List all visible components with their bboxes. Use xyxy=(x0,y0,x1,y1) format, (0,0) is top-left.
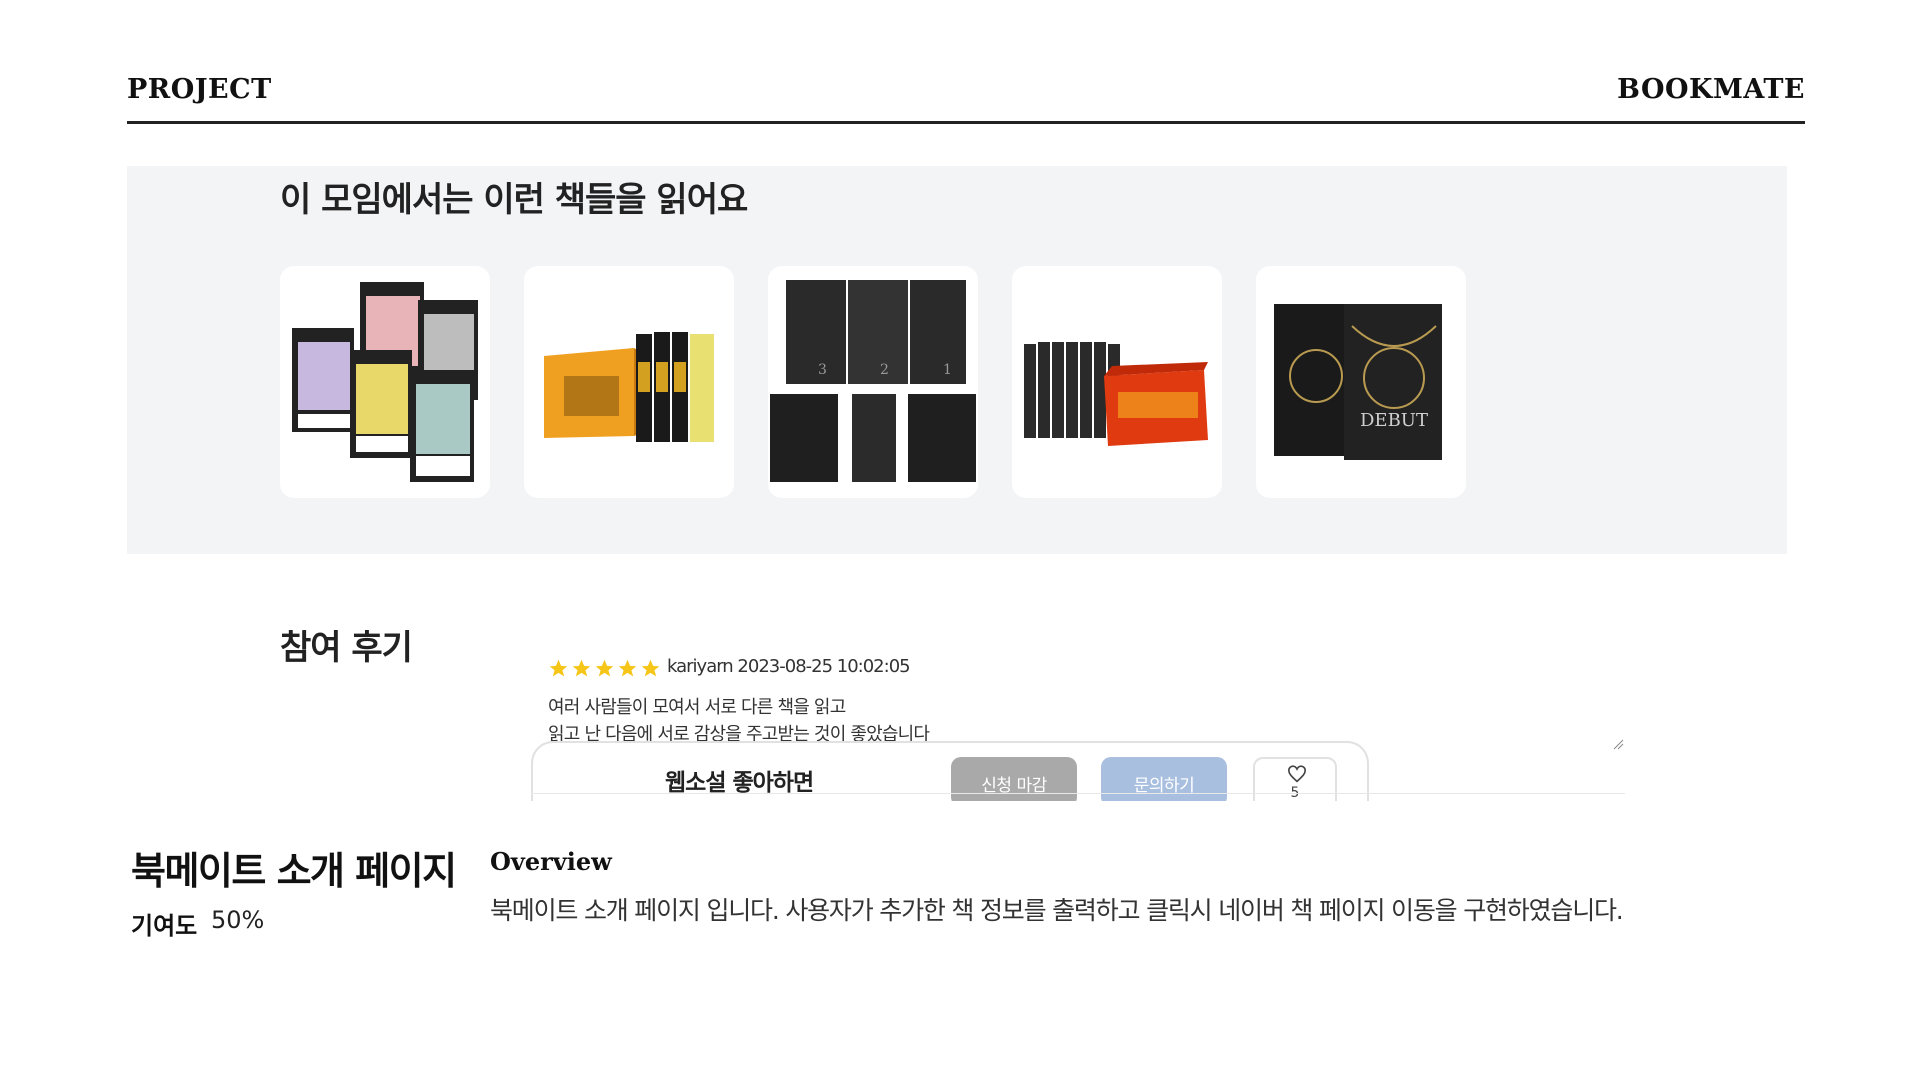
contribution-value: 50% xyxy=(211,906,265,934)
reviews-title: 참여 후기 xyxy=(280,628,413,668)
books-section-title: 이 모임에서는 이런 책들을 읽어요 xyxy=(280,180,748,220)
book-card-4[interactable] xyxy=(1012,266,1222,498)
books-panel: 이 모임에서는 이런 책들을 읽어요 3 2 1 DEBUT xyxy=(127,166,1787,554)
book-cover-image xyxy=(292,282,478,482)
contribution-label: 기여도 xyxy=(131,912,198,940)
header-bookmate-label: BOOKMATE xyxy=(1617,74,1805,105)
review-author-date: kariyarn 2023-08-25 10:02:05 xyxy=(667,656,911,677)
inquiry-button[interactable]: 문의하기 xyxy=(1101,757,1227,801)
book-card-3[interactable]: 3 2 1 xyxy=(768,266,978,498)
svg-text:2: 2 xyxy=(880,362,889,378)
svg-text:3: 3 xyxy=(818,362,827,378)
svg-text:1: 1 xyxy=(943,362,952,378)
star-icon xyxy=(618,659,637,677)
svg-text:DEBUT: DEBUT xyxy=(1360,410,1428,431)
group-title: 웹소설 좋아하면 xyxy=(665,770,814,796)
book-cover-image: DEBUT xyxy=(1274,304,1442,460)
header-divider xyxy=(127,121,1805,124)
book-cover-image: 3 2 1 xyxy=(770,280,976,482)
book-cover-image xyxy=(544,332,714,442)
resize-handle-icon[interactable] xyxy=(1612,738,1624,750)
star-icon xyxy=(572,659,591,677)
like-button[interactable]: 5 xyxy=(1253,757,1337,801)
group-action-bar: 웹소설 좋아하면 신청 마감 문의하기 5 xyxy=(531,741,1369,801)
rating-stars xyxy=(548,658,661,679)
star-icon xyxy=(641,659,660,677)
review-text-line: 여러 사람들이 모여서 서로 다른 책을 읽고 xyxy=(548,697,846,718)
overview-text: 북메이트 소개 페이지 입니다. 사용자가 추가한 책 정보를 출력하고 클릭시… xyxy=(490,896,1624,925)
star-icon xyxy=(595,659,614,677)
star-icon xyxy=(549,659,568,677)
review-text: 여러 사람들이 모여서 서로 다른 책을 읽고 읽고 난 다음에 서로 감상을 … xyxy=(548,694,1268,748)
book-card-5[interactable]: DEBUT xyxy=(1256,266,1466,498)
overview-label: Overview xyxy=(490,847,612,876)
header-project-label: PROJECT xyxy=(127,74,272,105)
project-title: 북메이트 소개 페이지 xyxy=(131,849,457,893)
book-card-1[interactable] xyxy=(280,266,490,498)
heart-icon xyxy=(1287,765,1307,783)
application-closed-button[interactable]: 신청 마감 xyxy=(951,757,1077,801)
book-card-2[interactable] xyxy=(524,266,734,498)
book-cover-image xyxy=(1024,342,1208,446)
section-divider xyxy=(531,793,1625,794)
